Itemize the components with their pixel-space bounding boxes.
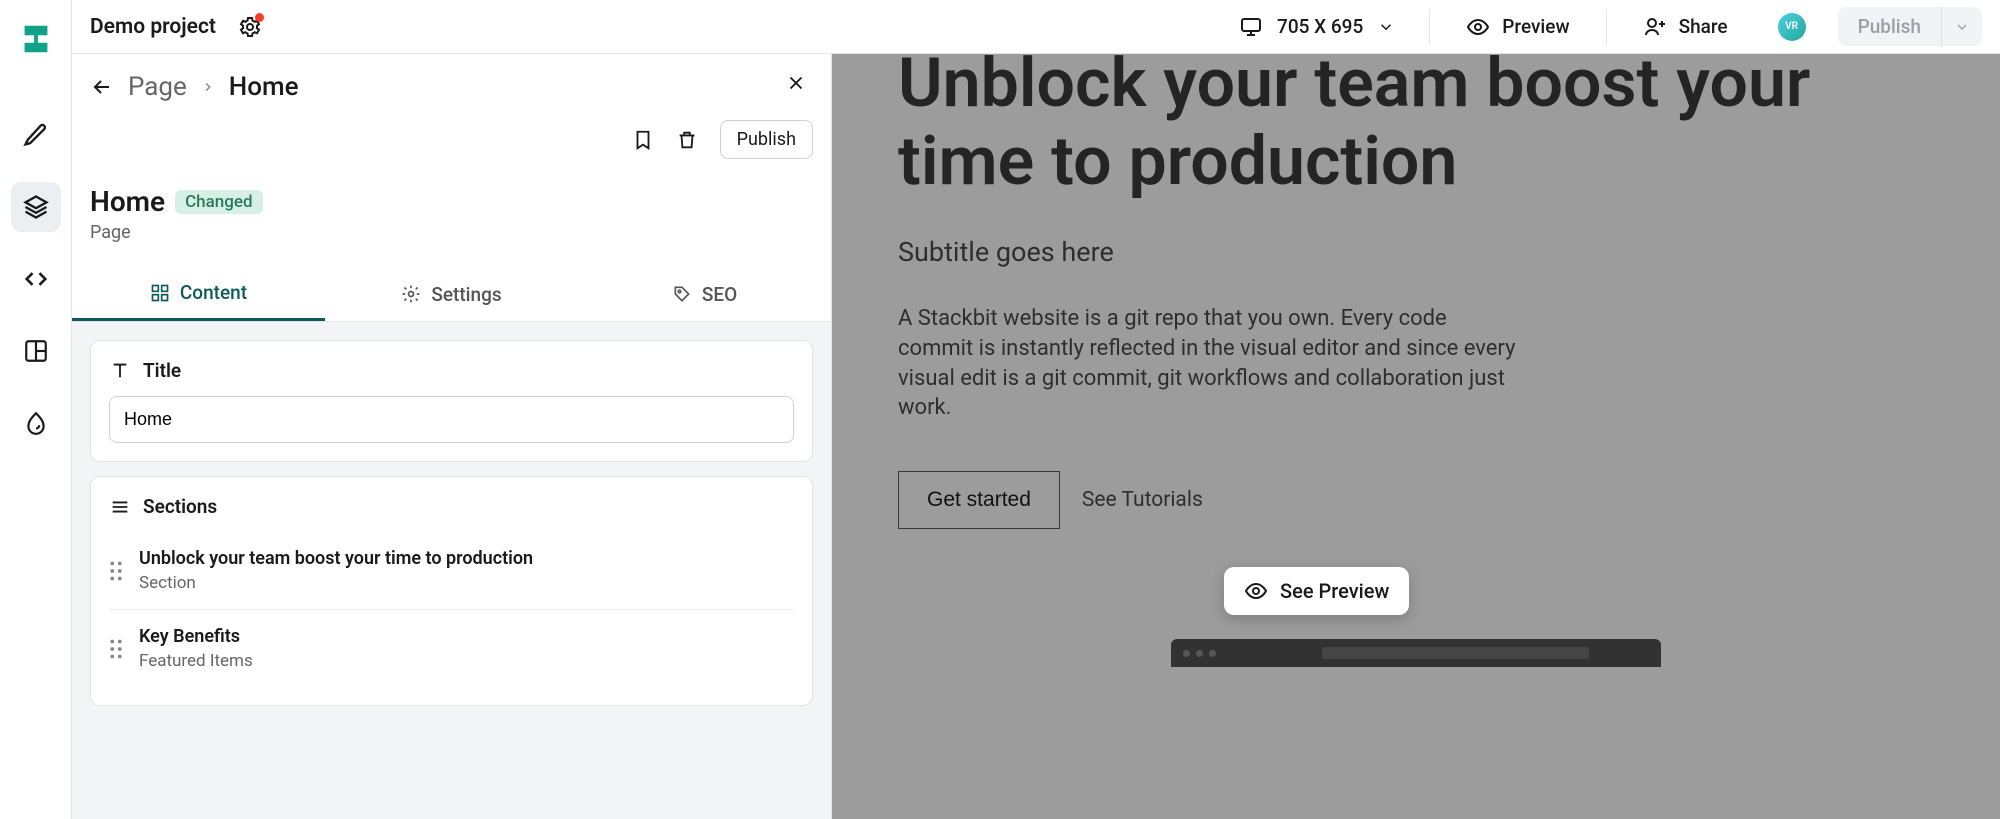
- title-input[interactable]: [109, 396, 794, 443]
- project-name: Demo project: [90, 15, 216, 39]
- trash-icon: [676, 129, 698, 151]
- page-type: Page: [90, 222, 813, 243]
- eye-icon: [1244, 579, 1268, 603]
- section-type: Section: [139, 573, 533, 593]
- panel-publish-button[interactable]: Publish: [720, 120, 813, 159]
- viewport-selector[interactable]: 705 X 695: [1223, 15, 1411, 39]
- notification-dot: [255, 13, 264, 22]
- edit-tool[interactable]: [11, 110, 61, 160]
- panel-tabs: Content Settings SEO: [72, 267, 831, 322]
- section-title: Key Benefits: [139, 626, 253, 647]
- share-button[interactable]: Share: [1625, 15, 1746, 39]
- back-arrow-icon[interactable]: [90, 75, 114, 99]
- section-type: Featured Items: [139, 651, 253, 671]
- drag-handle-icon[interactable]: [109, 639, 123, 659]
- desktop-icon: [1239, 15, 1263, 39]
- section-item[interactable]: Unblock your team boost your time to pro…: [109, 532, 794, 610]
- close-icon: [785, 72, 807, 94]
- breadcrumb: Page Home: [90, 72, 299, 102]
- app-logo[interactable]: [15, 18, 57, 60]
- breadcrumb-parent[interactable]: Page: [128, 72, 187, 102]
- tab-seo[interactable]: SEO: [578, 267, 831, 321]
- chevron-down-icon: [1377, 18, 1395, 36]
- chevron-right-icon: [201, 80, 215, 94]
- preview-overlay: [832, 54, 2000, 819]
- bookmark-button[interactable]: [632, 129, 654, 151]
- content-icon: [150, 283, 170, 303]
- chevron-down-icon: [1954, 19, 1970, 35]
- sections-card: Sections Unblock your team boost your ti…: [90, 476, 813, 706]
- tag-icon: [672, 284, 692, 304]
- viewport-size: 705 X 695: [1277, 15, 1363, 38]
- share-icon: [1643, 15, 1667, 39]
- layers-tool[interactable]: [11, 182, 61, 232]
- list-icon: [109, 496, 131, 518]
- gear-icon: [401, 284, 421, 304]
- text-icon: [109, 360, 131, 382]
- title-field-card: Title: [90, 340, 813, 462]
- section-item[interactable]: Key Benefits Featured Items: [109, 610, 794, 687]
- preview-button[interactable]: Preview: [1448, 15, 1587, 39]
- code-tool[interactable]: [11, 254, 61, 304]
- user-avatar[interactable]: VR: [1778, 13, 1806, 41]
- sections-label: Sections: [143, 495, 217, 518]
- breadcrumb-current: Home: [229, 72, 299, 102]
- editor-panel: Page Home Publish: [72, 54, 832, 819]
- close-panel-button[interactable]: [779, 72, 813, 94]
- project-settings-button[interactable]: [238, 15, 262, 39]
- section-title: Unblock your team boost your time to pro…: [139, 548, 533, 569]
- status-badge: Changed: [175, 190, 263, 214]
- publish-button-disabled: Publish: [1838, 7, 1941, 46]
- delete-button[interactable]: [676, 129, 698, 151]
- title-label: Title: [143, 359, 181, 382]
- eye-icon: [1466, 15, 1490, 39]
- preview-stage: Unblock your team boost your time to pro…: [832, 54, 2000, 819]
- theme-tool[interactable]: [11, 398, 61, 448]
- bookmark-icon: [632, 129, 654, 151]
- drag-handle-icon[interactable]: [109, 561, 123, 581]
- publish-dropdown[interactable]: [1941, 7, 1982, 46]
- tab-settings[interactable]: Settings: [325, 267, 578, 321]
- page-title: Home: [90, 185, 165, 218]
- tab-content[interactable]: Content: [72, 267, 325, 321]
- left-rail: [0, 0, 72, 819]
- see-preview-popover[interactable]: See Preview: [1224, 567, 1409, 615]
- layout-tool[interactable]: [11, 326, 61, 376]
- topbar: Demo project 705 X 695 Preview Share: [72, 0, 2000, 54]
